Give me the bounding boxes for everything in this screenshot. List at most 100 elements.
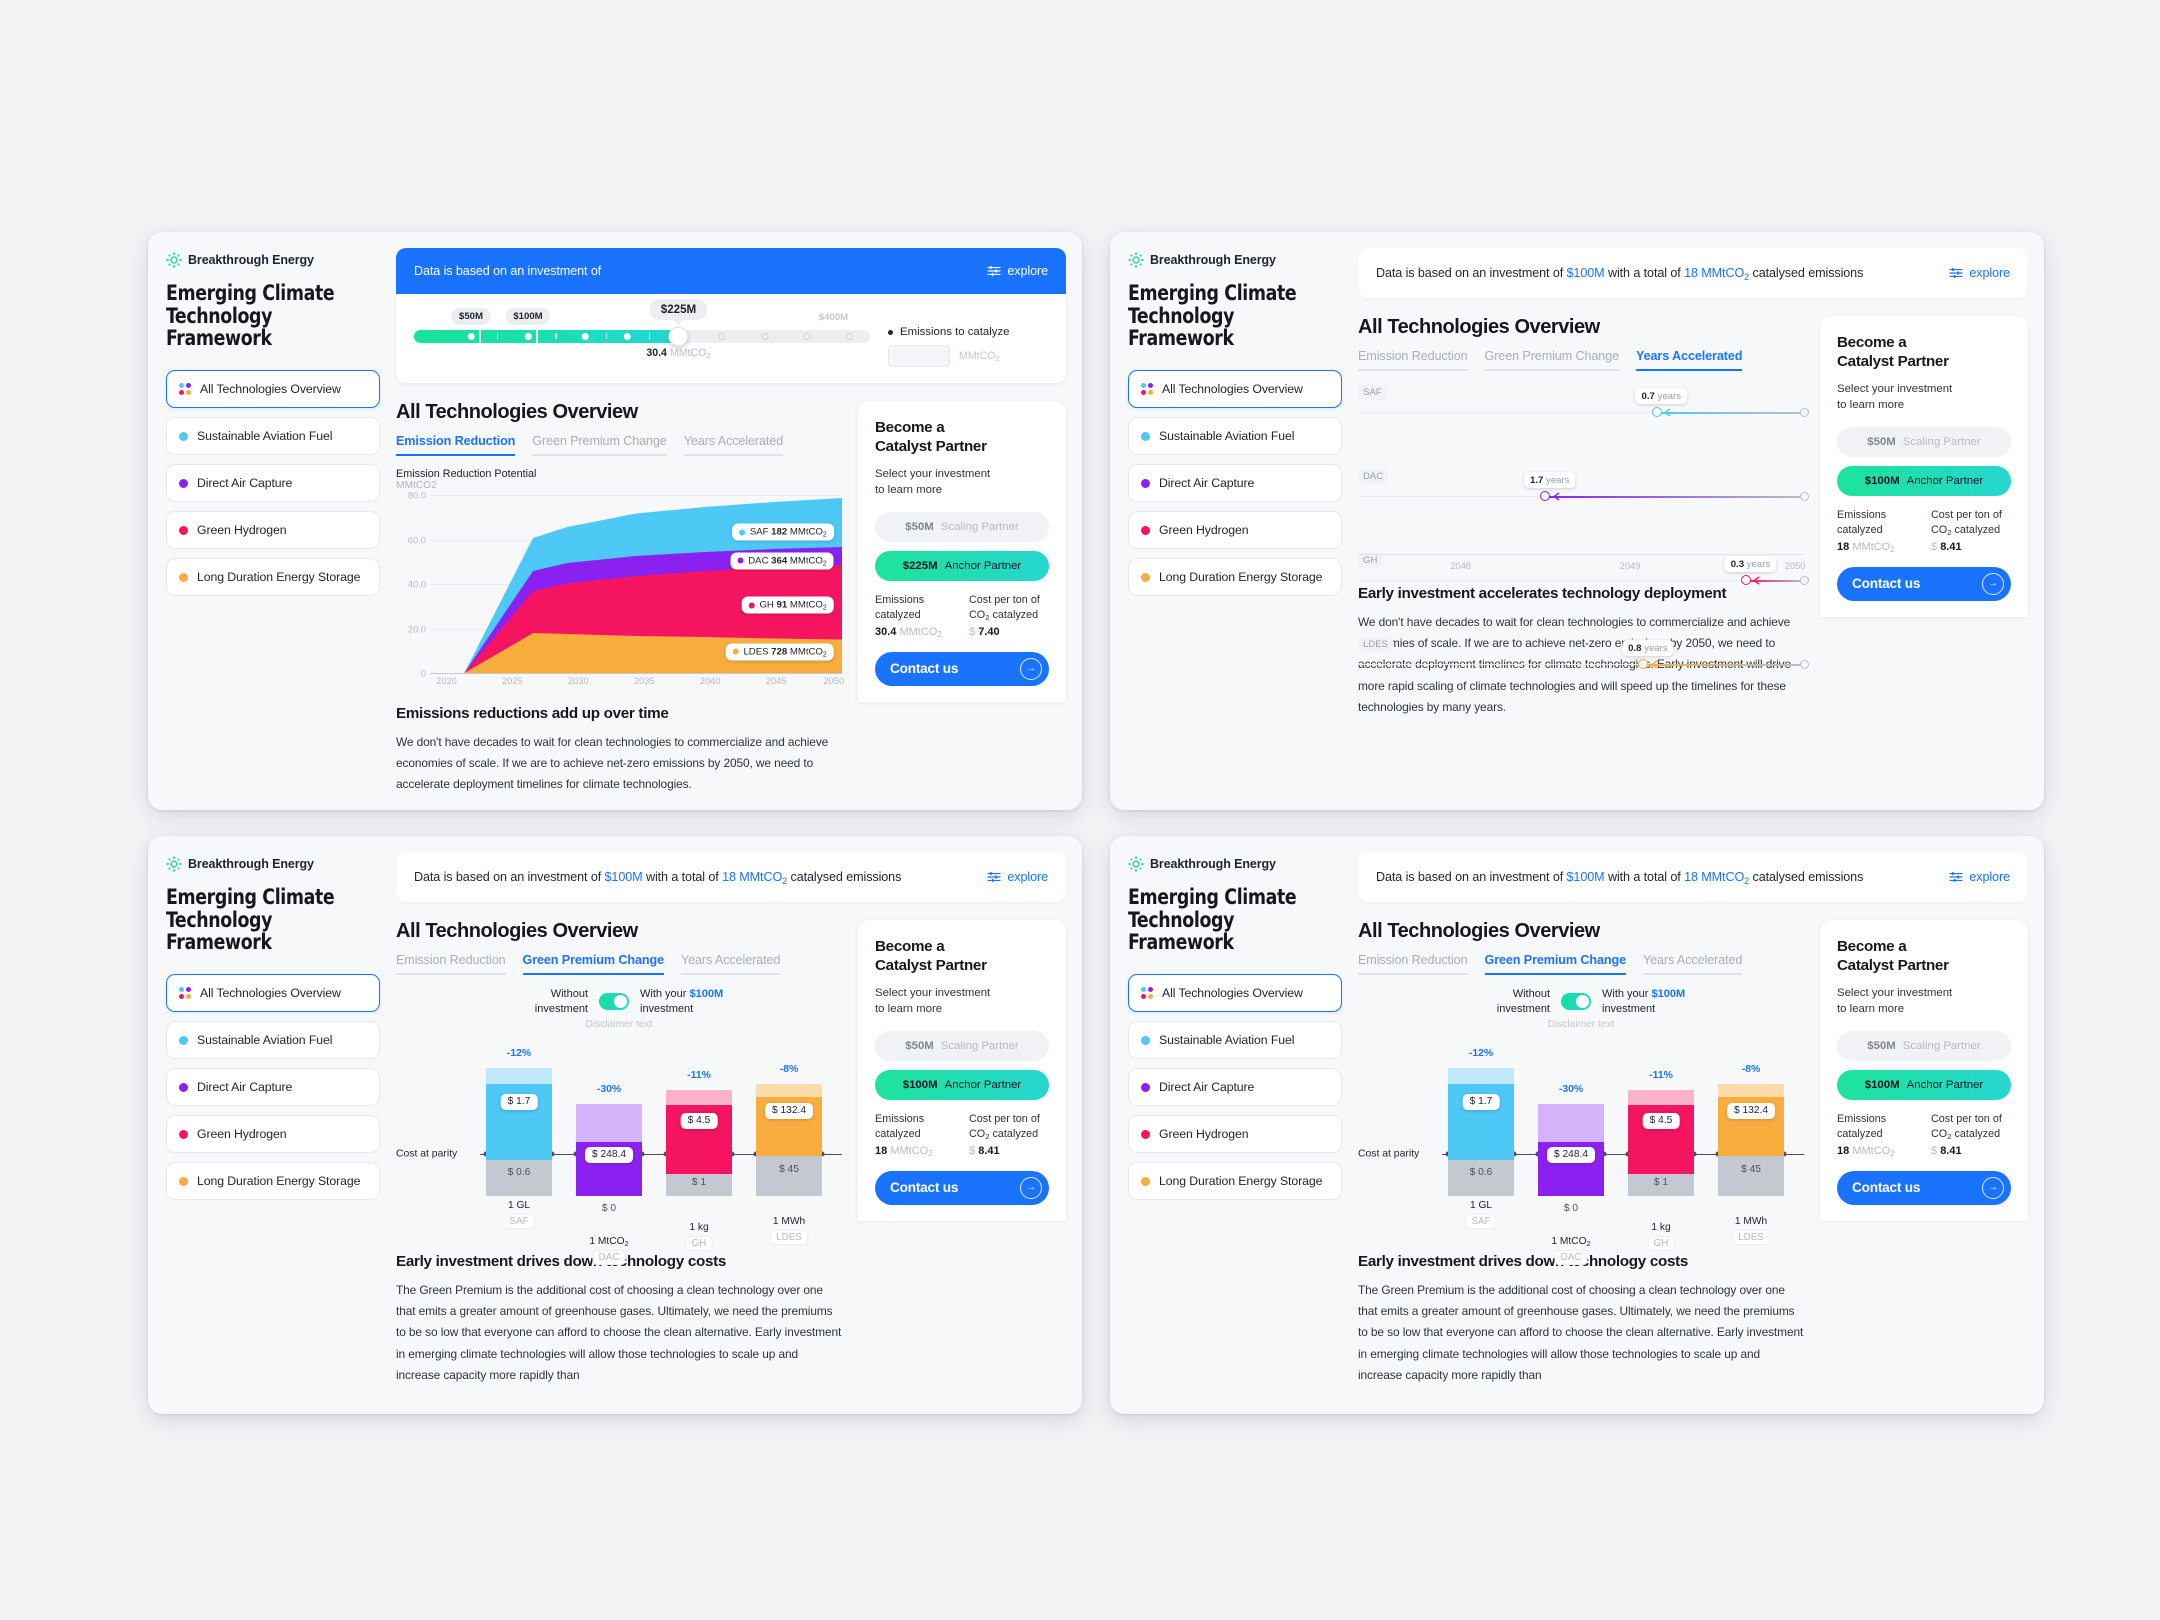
bar-parity-dac: $ 0: [1563, 1202, 1579, 1214]
ya-knob[interactable]: [1540, 491, 1551, 501]
tab-green-premium-change[interactable]: Green Premium Change: [532, 434, 667, 456]
sidebar-item-green-hydrogen[interactable]: Green Hydrogen: [1128, 511, 1342, 550]
bar-pct-dac: -30%: [1558, 1083, 1584, 1095]
sidebar-item-all-technologies-overview[interactable]: All Technologies Overview: [1128, 370, 1342, 409]
sidebar-item-direct-air-capture[interactable]: Direct Air Capture: [166, 1068, 380, 1107]
bar-group-dac[interactable]: -30% $ 248.4 $ 0 1 MtCO2 DAC: [1538, 1084, 1604, 1265]
sidebar-item-green-hydrogen[interactable]: Green Hydrogen: [1128, 1115, 1342, 1154]
x-axis: 2020 2025 2030 2035 2040 2045 2050: [436, 675, 845, 686]
ya-knob[interactable]: [1638, 659, 1649, 669]
option-anchor-partner[interactable]: $100M Anchor Partner: [1837, 1070, 2011, 1101]
sidebar-item-direct-air-capture[interactable]: Direct Air Capture: [1128, 464, 1342, 503]
series-tag-dac: DAC 364 MMtCO2: [730, 552, 834, 570]
bar-parity-ldes: $ 45: [779, 1163, 799, 1175]
brand: Breakthrough Energy: [1128, 856, 1342, 872]
tab-green-premium-change[interactable]: Green Premium Change: [522, 953, 664, 975]
explore-button[interactable]: explore: [1949, 870, 2010, 884]
explore-label: explore: [1969, 266, 2010, 280]
stat-cost-per-ton: Cost per ton of CO2 catalyzed $ 8.41: [1931, 508, 2011, 553]
sidebar: Breakthrough Energy Emerging Climate Tech…: [1110, 232, 1358, 810]
explore-button[interactable]: explore: [987, 264, 1048, 278]
bar-group-saf[interactable]: -12% $ 1.7 $ 0.6 1 GL SAF: [1448, 1048, 1514, 1229]
tab-emission-reduction[interactable]: Emission Reduction: [1358, 953, 1468, 975]
bar-group-gh[interactable]: -11% $ 4.5 $ 1 1 kg GH: [1628, 1070, 1694, 1251]
explore-button[interactable]: explore: [987, 870, 1048, 884]
bar-parity-saf: $ 0.6: [1469, 1166, 1493, 1178]
bar-group-ldes[interactable]: -8% $ 132.4 $ 45 1 MWh LDES: [1718, 1064, 1784, 1245]
stat-cost-per-ton: Cost per ton of CO2 catalyzed $ 8.41: [1931, 1112, 2011, 1157]
bar-group-ldes[interactable]: -8% $ 132.4 $ 45 1 MWh LDES: [756, 1064, 822, 1245]
series-tag-saf: SAF 182 MMtCO2: [731, 523, 834, 541]
tab-years-accelerated[interactable]: Years Accelerated: [680, 953, 780, 975]
tab-emission-reduction[interactable]: Emission Reduction: [1358, 349, 1468, 371]
tab-green-premium-change[interactable]: Green Premium Change: [1484, 349, 1619, 371]
bar-group-dac[interactable]: -30% $ 248.4 $ 0 1 MtCO2 DAC: [576, 1084, 642, 1265]
ya-end-marker: [1800, 659, 1809, 669]
gh-color-dot: [179, 1129, 188, 1139]
investment-toggle[interactable]: [1561, 993, 1591, 1011]
emissions-input[interactable]: [888, 345, 950, 367]
sidebar-item-all-technologies-overview[interactable]: All Technologies Overview: [1128, 974, 1342, 1013]
contact-us-button[interactable]: Contact us →: [1837, 1170, 2011, 1205]
ya-knob[interactable]: [1741, 575, 1752, 585]
arrow-right-icon: →: [1982, 1176, 2004, 1199]
explore-button[interactable]: explore: [1949, 266, 2010, 280]
dac-color-dot: [1141, 478, 1150, 488]
sidebar-item-long-duration-energy-storage[interactable]: Long Duration Energy Storage: [166, 1162, 380, 1201]
contact-us-button[interactable]: Contact us →: [875, 651, 1049, 686]
tab-green-premium-change[interactable]: Green Premium Change: [1484, 953, 1626, 975]
cta-label: Contact us: [1852, 1180, 1921, 1196]
option-anchor-partner[interactable]: $100M Anchor Partner: [875, 1070, 1049, 1101]
tab-bar: Emission Reduction Green Premium Change …: [1358, 349, 1804, 371]
contact-us-button[interactable]: Contact us →: [1837, 566, 2011, 601]
main-column: Data is based on an investment of explor…: [396, 232, 1082, 810]
investment-toggle[interactable]: [599, 993, 629, 1011]
sidebar-item-all-technologies-overview[interactable]: All Technologies Overview: [166, 974, 380, 1013]
option-scaling-partner[interactable]: $50M Scaling Partner: [1837, 427, 2011, 458]
sidebar-item-long-duration-energy-storage[interactable]: Long Duration Energy Storage: [1128, 1162, 1342, 1201]
series-tag-ldes: LDES 728 MMtCO2: [725, 643, 834, 661]
stat-emissions-catalyzed: Emissions catalyzed 18 MMtCO2: [1837, 1112, 1917, 1158]
option-anchor-partner[interactable]: $100M Anchor Partner: [1837, 466, 2011, 497]
screenshot-stage: Breakthrough Energy Emerging Climate Tech…: [0, 0, 2160, 1620]
sidebar-item-long-duration-energy-storage[interactable]: Long Duration Energy Storage: [1128, 558, 1342, 597]
page-title: All Technologies Overview: [396, 920, 638, 942]
tab-years-accelerated[interactable]: Years Accelerated: [1642, 953, 1742, 975]
sidebar-item-sustainable-aviation-fuel[interactable]: Sustainable Aviation Fuel: [166, 1021, 380, 1060]
bar-group-gh[interactable]: -11% $ 4.5 $ 1 1 kg GH: [666, 1070, 732, 1251]
contact-us-button[interactable]: Contact us →: [875, 1170, 1049, 1205]
bar-xlabel-gh: 1 kg GH: [685, 1222, 713, 1251]
sidebar-item-direct-air-capture[interactable]: Direct Air Capture: [1128, 1068, 1342, 1107]
option-scaling-partner[interactable]: $50M Scaling Partner: [875, 1031, 1049, 1062]
slider-track[interactable]: [414, 326, 870, 347]
option-scaling-partner[interactable]: $50M Scaling Partner: [1837, 1031, 2011, 1062]
investment-slider[interactable]: $50M $100M $400M $225M 30.4 MMtCO2: [414, 299, 870, 367]
sidebar-item-label: Sustainable Aviation Fuel: [197, 429, 333, 444]
tab-emission-reduction[interactable]: Emission Reduction: [396, 434, 515, 456]
bar-group-saf[interactable]: -12% $ 1.7 $ 0.6 1 GL SAF: [486, 1048, 552, 1229]
bars-area: Cost at parity -12% $ 1.7 $ 0.6 1 GL SAF…: [1358, 1036, 1804, 1265]
sidebar-item-sustainable-aviation-fuel[interactable]: Sustainable Aviation Fuel: [1128, 1021, 1342, 1060]
sidebar-item-sustainable-aviation-fuel[interactable]: Sustainable Aviation Fuel: [1128, 417, 1342, 456]
sidebar-item-green-hydrogen[interactable]: Green Hydrogen: [166, 1115, 380, 1154]
sidebar-item-label: Green Hydrogen: [197, 1127, 287, 1142]
sidebar-item-label: Long Duration Energy Storage: [1159, 1174, 1323, 1189]
toggle-label-without: Without investment: [1496, 988, 1550, 1015]
option-anchor-partner[interactable]: $225M Anchor Partner: [875, 551, 1049, 582]
ya-row-gh: GH 0.3 years: [1358, 551, 1809, 593]
tab-emission-reduction[interactable]: Emission Reduction: [396, 953, 506, 975]
sidebar-item-all-technologies-overview[interactable]: All Technologies Overview: [166, 370, 380, 409]
ya-knob[interactable]: [1651, 407, 1662, 417]
slider-tick: [846, 333, 853, 340]
disclaimer-text: Disclaimer text: [1547, 1018, 1615, 1030]
sidebar-item-direct-air-capture[interactable]: Direct Air Capture: [166, 464, 380, 503]
chart-ylabel: MMtCO2: [396, 480, 437, 491]
option-scaling-partner[interactable]: $50M Scaling Partner: [875, 512, 1049, 543]
tab-years-accelerated[interactable]: Years Accelerated: [1636, 349, 1742, 371]
sidebar-item-long-duration-energy-storage[interactable]: Long Duration Energy Storage: [166, 558, 380, 597]
sidebar-item-green-hydrogen[interactable]: Green Hydrogen: [166, 511, 380, 550]
tab-years-accelerated[interactable]: Years Accelerated: [683, 434, 783, 456]
slider-knob[interactable]: [668, 326, 689, 347]
brand-name: Breakthrough Energy: [1150, 253, 1276, 267]
sidebar-item-sustainable-aviation-fuel[interactable]: Sustainable Aviation Fuel: [166, 417, 380, 456]
